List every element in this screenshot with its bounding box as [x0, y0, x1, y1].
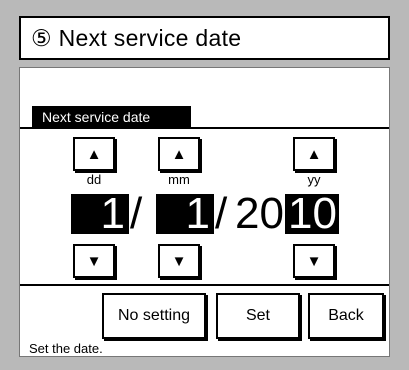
- up-arrow-icon: ▲: [306, 145, 322, 163]
- date-separator-1: /: [130, 189, 143, 238]
- no-setting-button[interactable]: No setting: [102, 293, 206, 339]
- day-up-button[interactable]: ▲: [73, 137, 115, 171]
- year-down-button[interactable]: ▼: [293, 244, 335, 278]
- day-down-button[interactable]: ▼: [73, 244, 115, 278]
- page-title: ⑤ Next service date: [19, 16, 390, 60]
- down-arrow-icon: ▼: [86, 252, 102, 270]
- section-label: Next service date: [32, 106, 191, 127]
- month-down-button[interactable]: ▼: [158, 244, 200, 278]
- month-label: mm: [168, 172, 190, 187]
- year-up-button[interactable]: ▲: [293, 137, 335, 171]
- month-value[interactable]: 1: [156, 194, 214, 234]
- set-button[interactable]: Set: [216, 293, 300, 339]
- divider-top: [20, 127, 389, 129]
- up-arrow-icon: ▲: [86, 145, 102, 163]
- year-label: yy: [307, 172, 321, 187]
- divider-bottom: [20, 284, 389, 286]
- day-value[interactable]: 1: [71, 194, 129, 234]
- year-prefix: 20: [235, 189, 284, 238]
- year-value[interactable]: 10: [285, 194, 339, 234]
- down-arrow-icon: ▼: [171, 252, 187, 270]
- month-up-button[interactable]: ▲: [158, 137, 200, 171]
- down-arrow-icon: ▼: [306, 252, 322, 270]
- date-separator-2: /: [215, 189, 228, 238]
- status-message: Set the date.: [29, 341, 103, 356]
- back-button[interactable]: Back: [308, 293, 384, 339]
- up-arrow-icon: ▲: [171, 145, 187, 163]
- main-screen: Next service date ▲ dd 1 ▼ / ▲ mm 1 ▼ / …: [19, 67, 390, 357]
- day-label: dd: [86, 172, 102, 187]
